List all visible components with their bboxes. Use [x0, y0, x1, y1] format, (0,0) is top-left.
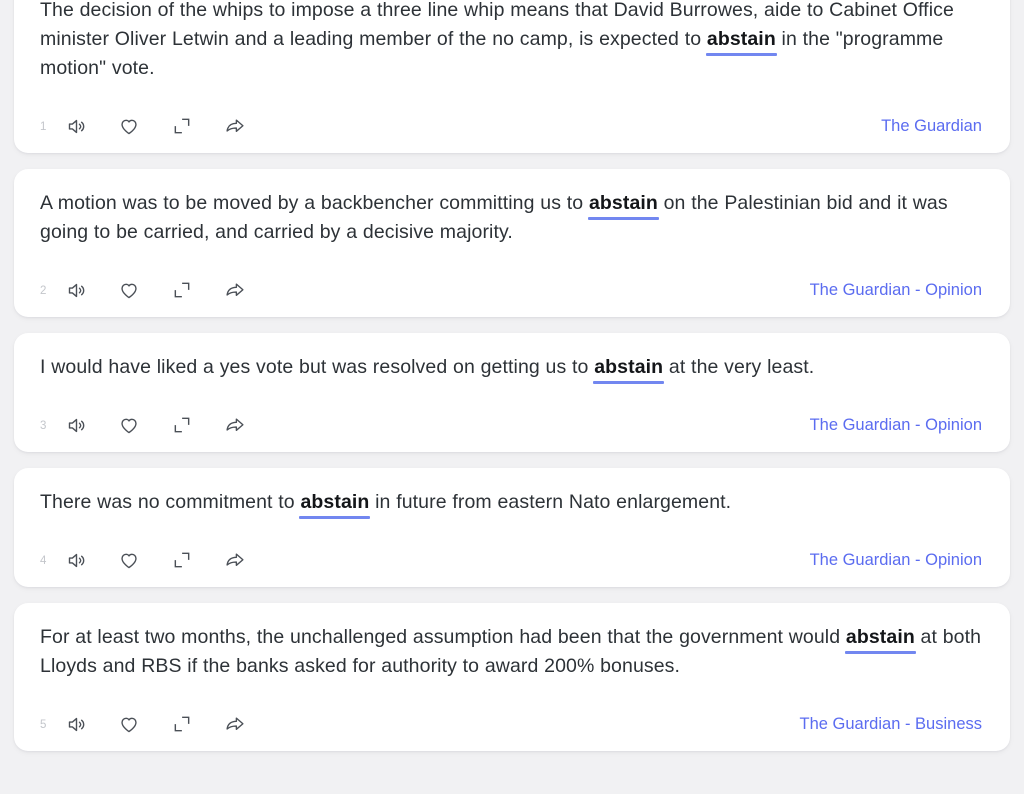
card-action-bar: 1 The Guardian: [40, 113, 984, 139]
expand-icon: [172, 714, 192, 734]
example-sentences-panel: The decision of the whips to impose a th…: [0, 0, 1024, 794]
sentence-text: The decision of the whips to impose a th…: [40, 0, 984, 85]
result-card-1: The decision of the whips to impose a th…: [14, 0, 1010, 153]
keyword-highlight: abstain: [845, 626, 915, 648]
result-card-list: The decision of the whips to impose a th…: [0, 0, 1024, 751]
speaker-icon: [66, 116, 87, 137]
favorite-button[interactable]: [115, 113, 143, 139]
listen-button[interactable]: [62, 547, 90, 573]
favorite-button[interactable]: [115, 547, 143, 573]
share-button[interactable]: [221, 412, 249, 438]
sentence-after: at the very least.: [663, 356, 815, 378]
keyword-highlight: abstain: [300, 491, 370, 513]
sentence-after: in future from eastern Nato enlargement.: [369, 491, 732, 513]
share-icon: [224, 279, 246, 301]
share-button[interactable]: [221, 277, 249, 303]
speaker-icon: [66, 280, 87, 301]
result-card-5: For at least two months, the unchallenge…: [14, 603, 1010, 751]
sentence-text: For at least two months, the unchallenge…: [40, 623, 984, 683]
result-card-4: There was no commitment to abstain in fu…: [14, 468, 1010, 587]
heart-icon: [118, 115, 140, 137]
heart-icon: [118, 713, 140, 735]
expand-button[interactable]: [168, 412, 196, 438]
sentence-text: A motion was to be moved by a backbenche…: [40, 189, 984, 249]
source-link[interactable]: The Guardian - Business: [799, 716, 984, 733]
speaker-icon: [66, 550, 87, 571]
result-index: 1: [40, 120, 47, 133]
keyword-highlight: abstain: [588, 192, 658, 214]
favorite-button[interactable]: [115, 412, 143, 438]
expand-icon: [172, 280, 192, 300]
result-index: 5: [40, 718, 47, 731]
card-action-bar: 3 The Guardian - Opinion: [40, 412, 984, 438]
share-icon: [224, 713, 246, 735]
card-action-bar: 4 The Guardian - Opinion: [40, 547, 984, 573]
listen-button[interactable]: [62, 113, 90, 139]
share-button[interactable]: [221, 711, 249, 737]
source-link[interactable]: The Guardian - Opinion: [810, 552, 984, 569]
source-link[interactable]: The Guardian: [881, 118, 984, 135]
result-index: 2: [40, 284, 47, 297]
expand-button[interactable]: [168, 711, 196, 737]
share-icon: [224, 414, 246, 436]
expand-icon: [172, 415, 192, 435]
card-action-bar: 2 The Guardian - Opinion: [40, 277, 984, 303]
source-link[interactable]: The Guardian - Opinion: [810, 282, 984, 299]
sentence-before: For at least two months, the unchallenge…: [40, 626, 846, 648]
sentence-text: I would have liked a yes vote but was re…: [40, 353, 984, 384]
speaker-icon: [66, 415, 87, 436]
share-button[interactable]: [221, 113, 249, 139]
favorite-button[interactable]: [115, 277, 143, 303]
expand-icon: [172, 550, 192, 570]
share-button[interactable]: [221, 547, 249, 573]
expand-icon: [172, 116, 192, 136]
heart-icon: [118, 549, 140, 571]
sentence-before: There was no commitment to: [40, 491, 301, 513]
result-card-3: I would have liked a yes vote but was re…: [14, 333, 1010, 452]
sentence-before: I would have liked a yes vote but was re…: [40, 356, 595, 378]
expand-button[interactable]: [168, 277, 196, 303]
expand-button[interactable]: [168, 113, 196, 139]
expand-button[interactable]: [168, 547, 196, 573]
listen-button[interactable]: [62, 412, 90, 438]
speaker-icon: [66, 714, 87, 735]
heart-icon: [118, 414, 140, 436]
listen-button[interactable]: [62, 277, 90, 303]
result-index: 3: [40, 419, 47, 432]
result-card-2: A motion was to be moved by a backbenche…: [14, 169, 1010, 317]
favorite-button[interactable]: [115, 711, 143, 737]
result-index: 4: [40, 554, 47, 567]
sentence-text: There was no commitment to abstain in fu…: [40, 488, 984, 519]
source-link[interactable]: The Guardian - Opinion: [810, 417, 984, 434]
listen-button[interactable]: [62, 711, 90, 737]
sentence-before: A motion was to be moved by a backbenche…: [40, 192, 589, 214]
share-icon: [224, 115, 246, 137]
keyword-highlight: abstain: [706, 28, 776, 50]
keyword-highlight: abstain: [594, 356, 664, 378]
heart-icon: [118, 279, 140, 301]
share-icon: [224, 549, 246, 571]
card-action-bar: 5 The Guardian - Business: [40, 711, 984, 737]
